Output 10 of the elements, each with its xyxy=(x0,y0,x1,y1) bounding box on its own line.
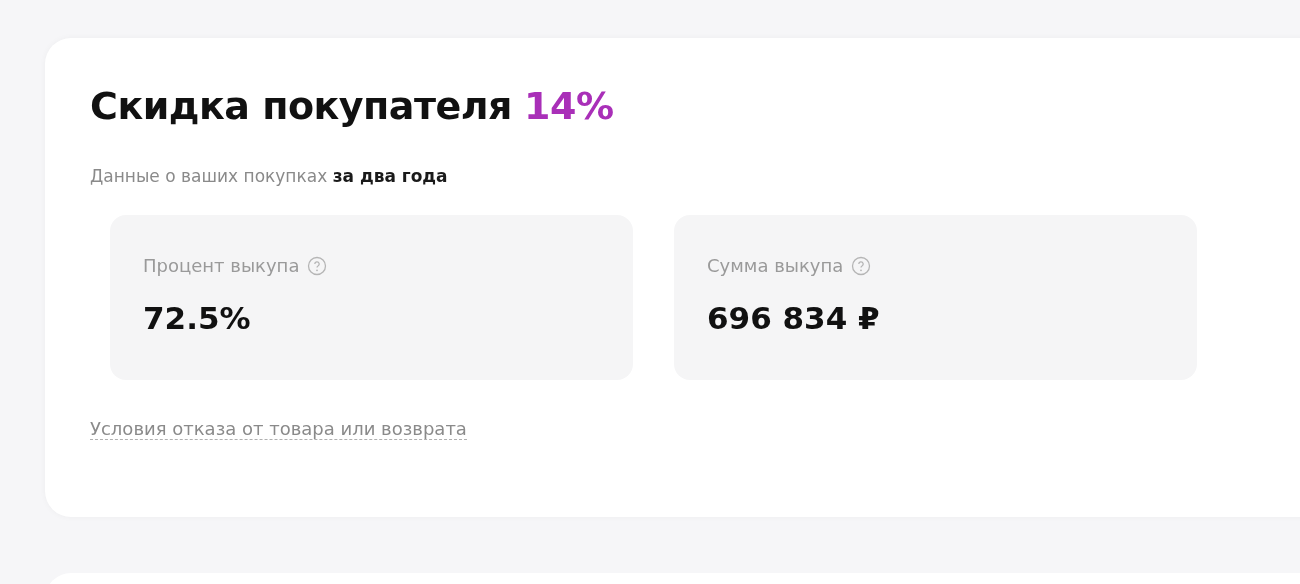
return-terms-link[interactable]: Условия отказа от товара или возврата xyxy=(90,418,467,440)
stat-value: 72.5% xyxy=(143,300,252,336)
stat-label: Сумма выкупа xyxy=(707,255,844,276)
discount-percent: 14% xyxy=(524,84,614,128)
help-icon[interactable] xyxy=(307,255,328,276)
discount-title: Скидка покупателя xyxy=(90,84,512,128)
period-note: Данные о ваших покупках за два года xyxy=(90,166,449,186)
stat-label: Процент выкупа xyxy=(143,255,300,276)
help-icon[interactable] xyxy=(851,255,872,276)
stat-value: 696 834 ₽ xyxy=(707,300,881,336)
